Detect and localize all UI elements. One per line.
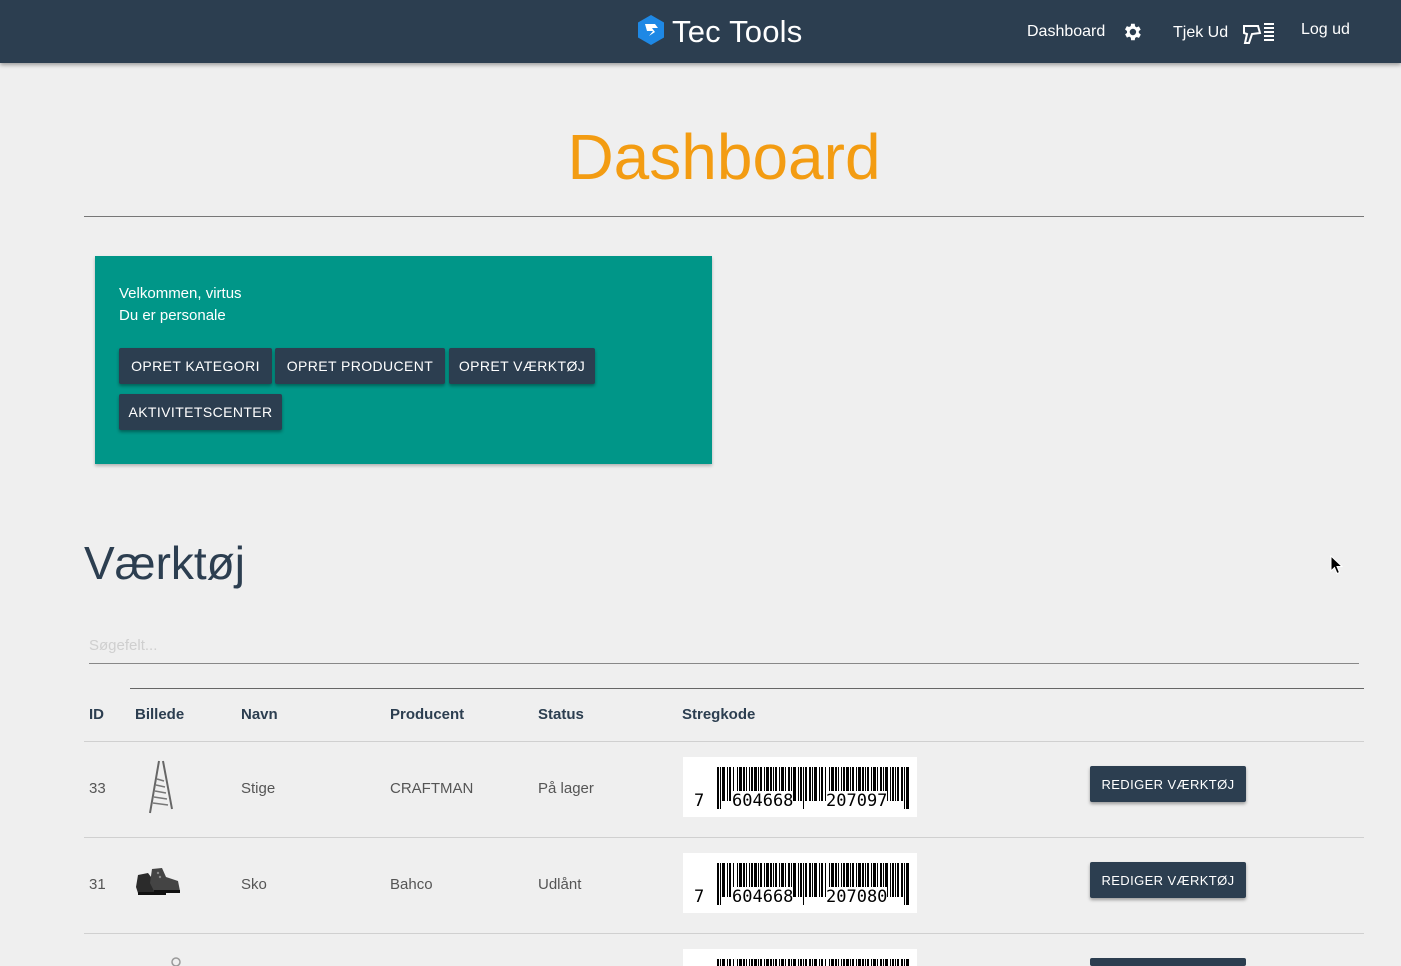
nav-checkout-label: Tjek Ud [1173, 24, 1229, 41]
nav-dashboard-link[interactable]: Dashboard [1027, 21, 1143, 43]
col-header-producer: Producent [390, 706, 465, 723]
row-producer: CRAFTMAN [390, 780, 474, 797]
logo-icon [637, 14, 665, 51]
mouse-cursor-icon [1330, 554, 1344, 580]
edit-tool-button[interactable]: REDIGER VÆRKTØJ [1090, 766, 1246, 802]
row-divider [84, 741, 1364, 742]
row-id: 31 [89, 876, 106, 893]
barcode-left-digits: 604668 [732, 887, 794, 907]
edit-tool-button[interactable] [1090, 958, 1246, 966]
shoes-image [134, 865, 182, 904]
create-producer-button[interactable]: OPRET PRODUCENT [275, 348, 445, 384]
barcode-image [683, 949, 917, 966]
nav-logout-link[interactable]: Log ud [1301, 21, 1350, 39]
row-status: Udlånt [538, 876, 582, 893]
brand-name: Tec Tools [672, 14, 803, 49]
brand[interactable]: Tec Tools [637, 12, 802, 52]
barcode-left-digits: 604668 [732, 791, 794, 811]
barcode-image: 7 604668 207097 [683, 757, 917, 817]
table-top-border [130, 688, 1364, 689]
row-status: På lager [538, 780, 594, 797]
welcome-greeting: Velkommen, virtus [119, 285, 242, 302]
welcome-role: Du er personale [119, 307, 226, 324]
search-input[interactable] [89, 628, 1359, 664]
edit-tool-button[interactable]: REDIGER VÆRKTØJ [1090, 862, 1246, 898]
ladder-image [146, 759, 176, 820]
top-navbar: Tec Tools Dashboard Tjek Ud Log ud [0, 0, 1401, 63]
row-name: Sko [241, 876, 267, 893]
welcome-text: Velkommen, virtus Du er personale [119, 283, 242, 327]
nav-checkout-link[interactable]: Tjek Ud [1173, 21, 1275, 45]
barcode-scanner-icon [1242, 21, 1275, 45]
page-title: Dashboard [567, 121, 881, 193]
row-name: Stige [241, 780, 276, 797]
row-divider [84, 933, 1364, 934]
barcode-right-digits: 207080 [826, 887, 888, 907]
create-tool-button[interactable]: OPRET VÆRKTØJ [449, 348, 595, 384]
row-producer: Bahco [390, 876, 433, 893]
barcode-digit: 7 [694, 791, 705, 811]
barcode-image: 7 604668 207080 [683, 853, 917, 913]
create-category-button[interactable]: OPRET KATEGORI [119, 348, 272, 384]
gear-icon [1121, 21, 1143, 43]
welcome-card: Velkommen, virtus Du er personale OPRET … [95, 256, 712, 464]
activity-center-button[interactable]: AKTIVITETSCENTER [119, 394, 282, 430]
tools-section-title: Værktøj [84, 537, 245, 589]
nav-dashboard-label: Dashboard [1027, 23, 1106, 40]
row-divider [84, 837, 1364, 838]
barcode-digit: 7 [694, 887, 705, 907]
barcode-right-digits: 207097 [826, 791, 888, 811]
row-id: 33 [89, 780, 106, 797]
col-header-id: ID [89, 706, 104, 723]
col-header-status: Status [538, 706, 584, 723]
col-header-image: Billede [135, 706, 185, 723]
col-header-barcode: Stregkode [682, 706, 756, 723]
col-header-name: Navn [241, 706, 278, 723]
title-divider [84, 216, 1364, 217]
tool-image [170, 955, 182, 966]
